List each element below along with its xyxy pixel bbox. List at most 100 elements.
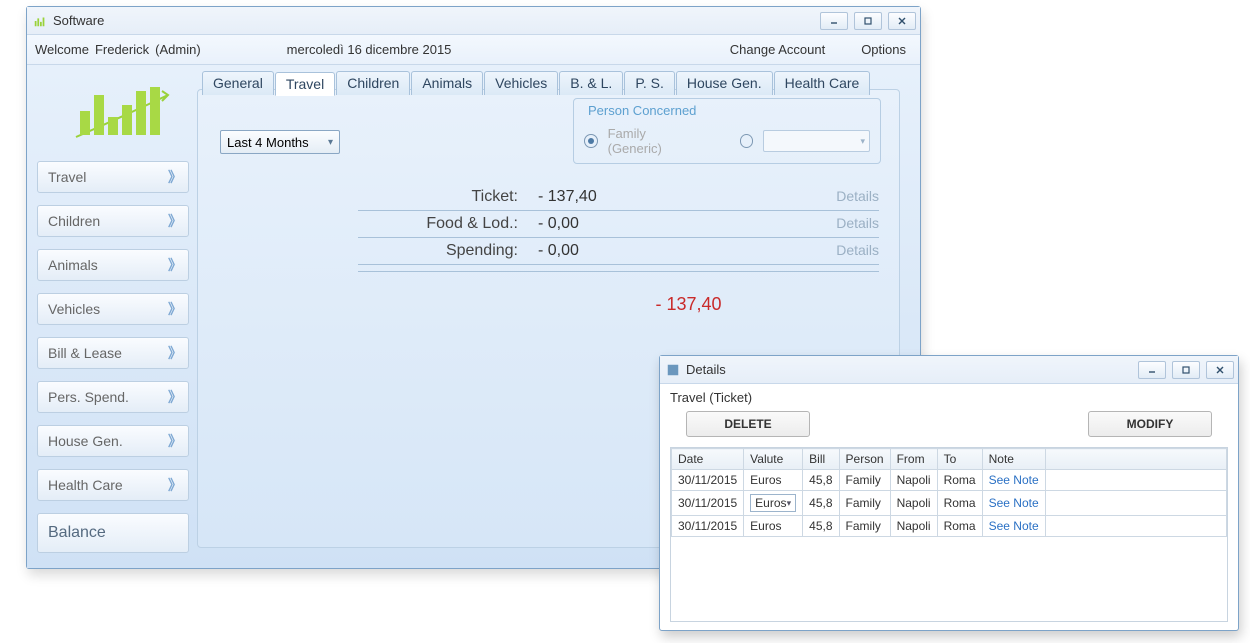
sidebar-item-label: Balance	[48, 524, 106, 542]
col-note[interactable]: Note	[982, 449, 1045, 470]
cell-to[interactable]: Roma	[937, 470, 982, 491]
minimize-button[interactable]	[820, 12, 848, 30]
sidebar-item-balance[interactable]: Balance	[37, 513, 189, 553]
cell-to[interactable]: Roma	[937, 491, 982, 516]
maximize-button[interactable]	[854, 12, 882, 30]
chevron-right-icon: 》	[168, 475, 182, 495]
cell-from[interactable]: Napoli	[890, 470, 937, 491]
tab-bill-lease[interactable]: B. & L.	[559, 71, 623, 95]
see-note-link[interactable]: See Note	[989, 496, 1039, 510]
sidebar-item-health-care[interactable]: Health Care》	[37, 469, 189, 501]
col-valute[interactable]: Valute	[744, 449, 803, 470]
tab-travel[interactable]: Travel	[275, 72, 335, 96]
user-name: Frederick	[95, 42, 149, 57]
details-link[interactable]: Details	[836, 242, 879, 258]
chevron-right-icon: 》	[168, 255, 182, 275]
col-bill[interactable]: Bill	[803, 449, 839, 470]
see-note-link[interactable]: See Note	[989, 519, 1039, 533]
col-from[interactable]: From	[890, 449, 937, 470]
cell-person[interactable]: Family	[839, 516, 890, 537]
tab-house-gen[interactable]: House Gen.	[676, 71, 773, 95]
modify-button[interactable]: MODIFY	[1088, 411, 1212, 437]
cell-date[interactable]: 30/11/2015	[672, 470, 744, 491]
table-row[interactable]: 30/11/2015Euros45,8FamilyNapoliRoma See N…	[672, 516, 1227, 537]
tab-vehicles[interactable]: Vehicles	[484, 71, 558, 95]
details-title: Details	[686, 362, 726, 377]
cell-valute[interactable]: Euros	[744, 516, 803, 537]
cell-valute[interactable]: Euros▾	[744, 491, 803, 516]
cell-bill[interactable]: 45,8	[803, 516, 839, 537]
sidebar-item-label: Bill & Lease	[48, 345, 122, 361]
sidebar-item-pers-spend[interactable]: Pers. Spend.》	[37, 381, 189, 413]
cell-valute[interactable]: Euros	[744, 470, 803, 491]
col-person[interactable]: Person	[839, 449, 890, 470]
person-select[interactable]: ▾	[763, 130, 870, 152]
cell-note[interactable]: See Note	[982, 470, 1045, 491]
tab-general[interactable]: General	[202, 71, 274, 95]
cell-to[interactable]: Roma	[937, 516, 982, 537]
chevron-right-icon: 》	[168, 343, 182, 363]
expense-value: - 137,40	[538, 188, 748, 206]
cell-date[interactable]: 30/11/2015	[672, 516, 744, 537]
expense-row-ticket: Ticket: - 137,40 Details	[358, 184, 879, 211]
see-note-link[interactable]: See Note	[989, 473, 1039, 487]
table-row[interactable]: 30/11/2015 Euros▾ 45,8FamilyNapoliRoma See …	[672, 491, 1227, 516]
chevron-down-icon: ▾	[787, 498, 792, 509]
tab-animals[interactable]: Animals	[411, 71, 483, 95]
sidebar-item-label: Pers. Spend.	[48, 389, 129, 405]
expense-value: - 0,00	[538, 215, 748, 233]
expense-label: Ticket:	[358, 188, 518, 206]
table-header-row: Date Valute Bill Person From To Note	[672, 449, 1227, 470]
delete-button[interactable]: DELETE	[686, 411, 810, 437]
col-date[interactable]: Date	[672, 449, 744, 470]
sidebar-item-label: Vehicles	[48, 301, 100, 317]
sidebar-item-children[interactable]: Children》	[37, 205, 189, 237]
valute-dropdown[interactable]: Euros▾	[750, 494, 796, 512]
sidebar-item-label: Travel	[48, 169, 86, 185]
cell-note[interactable]: See Note	[982, 491, 1045, 516]
tab-children[interactable]: Children	[336, 71, 410, 95]
chevron-right-icon: 》	[168, 431, 182, 451]
app-icon	[33, 14, 47, 28]
cell-date[interactable]: 30/11/2015	[672, 491, 744, 516]
period-select[interactable]: Last 4 Months ▾	[220, 130, 340, 154]
expense-rows: Ticket: - 137,40 Details Food & Lod.: - …	[358, 184, 879, 315]
options-link[interactable]: Options	[861, 42, 906, 57]
tab-health-care[interactable]: Health Care	[774, 71, 871, 95]
breadcrumb: Travel (Ticket)	[670, 390, 1228, 405]
sidebar-item-house-gen[interactable]: House Gen.》	[37, 425, 189, 457]
cell-from[interactable]: Napoli	[890, 516, 937, 537]
table-row[interactable]: 30/11/2015Euros45,8FamilyNapoliRoma See N…	[672, 470, 1227, 491]
cell-note[interactable]: See Note	[982, 516, 1045, 537]
sidebar-item-travel[interactable]: Travel 》	[37, 161, 189, 193]
cell-from[interactable]: Napoli	[890, 491, 937, 516]
change-account-link[interactable]: Change Account	[730, 42, 825, 57]
close-button[interactable]	[1206, 361, 1234, 379]
period-select-value: Last 4 Months	[227, 135, 309, 150]
cell-person[interactable]: Family	[839, 491, 890, 516]
expense-label: Food & Lod.:	[358, 215, 518, 233]
radio-family[interactable]	[584, 134, 598, 148]
col-to[interactable]: To	[937, 449, 982, 470]
minimize-button[interactable]	[1138, 361, 1166, 379]
divider	[358, 271, 879, 272]
cell-bill[interactable]: 45,8	[803, 491, 839, 516]
sidebar-item-bill-lease[interactable]: Bill & Lease 》	[37, 337, 189, 369]
sidebar-item-vehicles[interactable]: Vehicles》	[37, 293, 189, 325]
details-link[interactable]: Details	[836, 188, 879, 204]
cell-spacer	[1045, 491, 1226, 516]
user-role: (Admin)	[155, 42, 201, 57]
close-button[interactable]	[888, 12, 916, 30]
tab-pers-spend[interactable]: P. S.	[624, 71, 675, 95]
cell-bill[interactable]: 45,8	[803, 470, 839, 491]
cell-person[interactable]: Family	[839, 470, 890, 491]
header-date: mercoledì 16 dicembre 2015	[287, 42, 452, 57]
chevron-right-icon: 》	[168, 167, 182, 187]
app-title: Software	[53, 13, 104, 28]
person-concerned-box: Person Concerned Family (Generic) ▾	[573, 98, 881, 164]
maximize-button[interactable]	[1172, 361, 1200, 379]
details-link[interactable]: Details	[836, 215, 879, 231]
sidebar-item-animals[interactable]: Animals》	[37, 249, 189, 281]
radio-person[interactable]	[740, 134, 754, 148]
details-grid: Date Valute Bill Person From To Note 30/…	[670, 447, 1228, 622]
